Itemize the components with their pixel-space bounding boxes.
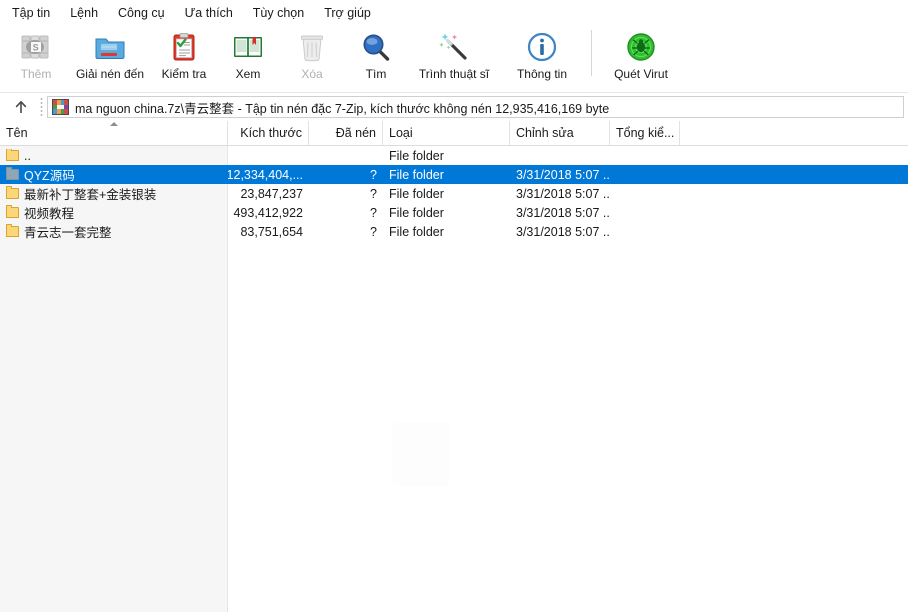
- row-name-cell: 青云志一套完整: [0, 222, 228, 241]
- virus-scan-icon: [624, 30, 658, 64]
- row-size-cell: 493,412,922: [233, 205, 303, 220]
- column-header-size[interactable]: Kích thước: [228, 121, 309, 145]
- column-header-packed[interactable]: Đã nén: [309, 121, 383, 145]
- delete-button-label: Xóa: [301, 67, 323, 81]
- column-header-name[interactable]: Tên: [0, 121, 228, 145]
- row-size-cell: 23,847,237: [240, 186, 303, 201]
- row-packed-cell: ?: [370, 186, 377, 201]
- open-book-icon: [231, 30, 265, 64]
- row-type-cell: File folder: [389, 186, 444, 201]
- row-packed-cell: ?: [370, 205, 377, 220]
- column-header-size-label: Kích thước: [240, 126, 302, 140]
- sort-ascending-icon: [109, 122, 118, 126]
- sevenzip-archive-icon: [52, 99, 69, 115]
- navigate-up-button[interactable]: [4, 95, 38, 119]
- folder-icon: [6, 205, 19, 218]
- column-header-modified-label: Chỉnh sửa: [516, 126, 574, 140]
- test-button[interactable]: Kiểm tra: [152, 26, 216, 88]
- table-row[interactable]: .. File folder: [0, 146, 908, 165]
- search-icon: [359, 30, 393, 64]
- table-row[interactable]: 最新补丁整套+金装银装 23,847,237 ? File folder 3/3…: [0, 184, 908, 203]
- table-row[interactable]: QYZ源码 12,334,404,... ? File folder 3/31/…: [0, 165, 908, 184]
- row-type-cell: File folder: [389, 205, 444, 220]
- add-button-label: Thêm: [20, 67, 52, 81]
- row-name-cell: 最新补丁整套+金装银装: [0, 184, 228, 203]
- up-arrow-icon: [15, 101, 27, 113]
- wizard-button[interactable]: Trình thuật sĩ: [408, 26, 500, 88]
- file-list[interactable]: .. File folder QYZ源码 12,334,404,... ? Fi…: [0, 146, 908, 612]
- toolbar-separator: [591, 30, 592, 76]
- folder-icon: [6, 186, 19, 199]
- column-header-type-label: Loại: [389, 126, 413, 140]
- row-modified-cell: 3/31/2018 5:07 ...: [516, 205, 610, 220]
- extract-folder-icon: [93, 30, 127, 64]
- menu-item-commands[interactable]: Lệnh: [60, 2, 108, 24]
- menu-item-file[interactable]: Tập tin: [2, 2, 60, 24]
- find-button-label: Tìm: [365, 67, 387, 81]
- column-header-checksum[interactable]: Tổng kiể...: [610, 121, 680, 145]
- table-row[interactable]: 视频教程 493,412,922 ? File folder 3/31/2018…: [0, 203, 908, 222]
- test-button-label: Kiểm tra: [161, 67, 207, 81]
- info-button-label: Thông tin: [516, 67, 568, 81]
- column-header-type[interactable]: Loại: [383, 121, 510, 145]
- magic-wand-icon: [437, 30, 471, 64]
- virus-scan-button[interactable]: Quét Virut: [599, 26, 683, 88]
- view-button-label: Xem: [235, 67, 261, 81]
- address-path-text: ma nguon china.7z\青云整套 - Tập tin nén đặc…: [75, 101, 610, 116]
- row-name-text: QYZ源码: [24, 169, 75, 183]
- menu-item-favorites[interactable]: Ưa thích: [175, 2, 243, 24]
- folder-icon: [6, 167, 19, 180]
- row-type-cell: File folder: [389, 167, 444, 182]
- column-header-packed-label: Đã nén: [335, 126, 376, 140]
- info-button[interactable]: Thông tin: [500, 26, 584, 88]
- row-name-text: ..: [24, 148, 31, 163]
- extract-button-label: Giải nén đến: [75, 67, 145, 81]
- trash-icon: [295, 30, 329, 64]
- row-size-cell: 83,751,654: [240, 224, 303, 239]
- toolbar-grip[interactable]: [40, 97, 43, 117]
- row-name-cell: ..: [0, 148, 228, 163]
- delete-button[interactable]: Xóa: [280, 26, 344, 88]
- row-type-cell: File folder: [389, 148, 444, 163]
- column-header-name-label: Tên: [6, 126, 28, 140]
- row-packed-cell: ?: [370, 224, 377, 239]
- add-button[interactable]: S Thêm: [4, 26, 68, 88]
- virus-scan-button-label: Quét Virut: [614, 67, 668, 81]
- add-archive-icon: S: [19, 30, 53, 64]
- menu-item-help[interactable]: Trợ giúp: [314, 2, 381, 24]
- row-modified-cell: 3/31/2018 5:07 ...: [516, 186, 610, 201]
- row-packed-cell: ?: [370, 167, 377, 182]
- row-name-text: 视频教程: [24, 207, 75, 221]
- column-header-modified[interactable]: Chỉnh sửa: [510, 121, 610, 145]
- row-modified-cell: 3/31/2018 5:07 ...: [516, 167, 610, 182]
- table-row[interactable]: 青云志一套完整 83,751,654 ? File folder 3/31/20…: [0, 222, 908, 241]
- find-button[interactable]: Tìm: [344, 26, 408, 88]
- address-bar: ma nguon china.7z\青云整套 - Tập tin nén đặc…: [0, 93, 908, 121]
- row-type-cell: File folder: [389, 224, 444, 239]
- row-name-text: 最新补丁整套+金装银装: [24, 188, 157, 202]
- menu-item-options[interactable]: Tùy chọn: [243, 2, 314, 24]
- column-header-checksum-label: Tổng kiể...: [616, 126, 675, 140]
- row-modified-cell: 3/31/2018 5:07 ...: [516, 224, 610, 239]
- background-watermark: [392, 422, 450, 486]
- row-name-cell: 视频教程: [0, 203, 228, 222]
- toolbar: S Thêm Giải nén đến Kiểm tra Xem Xóa Tìm…: [0, 26, 908, 93]
- row-name-text: 青云志一套完整: [24, 226, 112, 240]
- folder-icon: [6, 148, 19, 161]
- info-icon: [525, 30, 559, 64]
- extract-button[interactable]: Giải nén đến: [68, 26, 152, 88]
- menu-bar: Tập tin Lệnh Công cụ Ưa thích Tùy chọn T…: [0, 0, 908, 26]
- column-header-row: Tên Kích thước Đã nén Loại Chỉnh sửa Tổn…: [0, 121, 908, 146]
- wizard-button-label: Trình thuật sĩ: [418, 67, 490, 81]
- folder-icon: [6, 224, 19, 237]
- row-name-cell: QYZ源码: [0, 165, 228, 184]
- view-button[interactable]: Xem: [216, 26, 280, 88]
- svg-text:S: S: [33, 43, 39, 53]
- row-size-cell: 12,334,404,...: [228, 167, 303, 182]
- clipboard-check-icon: [167, 30, 201, 64]
- address-field[interactable]: ma nguon china.7z\青云整套 - Tập tin nén đặc…: [47, 96, 904, 118]
- menu-item-tools[interactable]: Công cụ: [108, 2, 175, 24]
- file-list-rows: .. File folder QYZ源码 12,334,404,... ? Fi…: [0, 146, 908, 241]
